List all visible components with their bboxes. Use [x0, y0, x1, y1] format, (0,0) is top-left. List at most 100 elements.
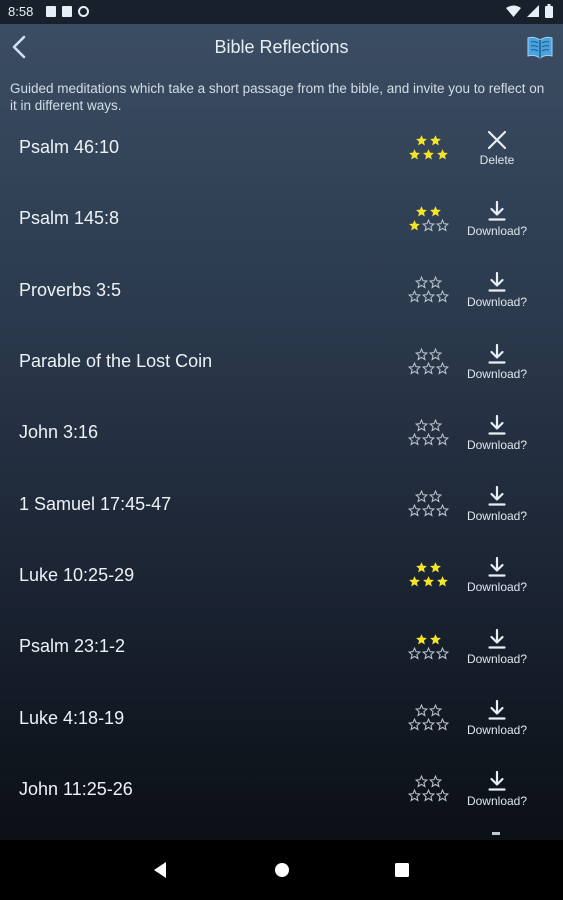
- star-filled-icon: [415, 134, 427, 146]
- action-label: Download?: [466, 509, 528, 524]
- list-item[interactable]: John 3:16 Download?: [0, 397, 563, 468]
- download-icon: [488, 699, 506, 720]
- star-rating: [406, 490, 450, 518]
- star-empty-icon: [421, 218, 435, 232]
- star-empty-icon: [421, 432, 435, 446]
- system-icons: [506, 4, 553, 18]
- delete-button[interactable]: Delete: [458, 129, 536, 167]
- star-empty-icon: [421, 789, 435, 802]
- star-empty-icon: [435, 504, 449, 517]
- star-empty-icon: [407, 290, 421, 303]
- app-bar: Bible Reflections: [0, 24, 563, 70]
- star-empty-icon: [414, 704, 428, 717]
- star-rating: [406, 134, 450, 162]
- download-icon: [488, 771, 506, 791]
- star-filled-icon: [408, 576, 420, 587]
- star-empty-icon: [435, 718, 449, 731]
- list-item[interactable]: Luke 4:18-19 Download?: [0, 682, 563, 753]
- download-button[interactable]: Download?: [458, 770, 536, 808]
- star-filled-icon: [415, 562, 427, 573]
- download-icon: [488, 272, 506, 292]
- list-item[interactable]: Proverbs 3:5 Download?: [0, 255, 563, 326]
- star-empty-icon: [435, 218, 449, 232]
- partial-item-hint: [492, 832, 500, 835]
- star-filled-icon: [436, 148, 448, 160]
- list-item[interactable]: John 11:25-26 Download?: [0, 754, 563, 825]
- notification-icon: [46, 6, 56, 17]
- download-icon: [488, 486, 506, 506]
- item-title: Psalm 23:1-2: [19, 636, 126, 657]
- book-icon[interactable]: [526, 34, 554, 60]
- star-empty-icon: [421, 718, 435, 731]
- star-filled-icon: [408, 220, 420, 231]
- download-icon: [488, 557, 506, 578]
- star-filled-icon: [429, 134, 441, 146]
- star-rating: [406, 205, 450, 233]
- action-label: Download?: [466, 651, 528, 666]
- status-time: 8:58: [8, 4, 34, 19]
- item-title: John 11:25-26: [19, 778, 133, 799]
- download-button[interactable]: Download?: [458, 343, 536, 381]
- download-button[interactable]: Download?: [458, 699, 536, 737]
- item-title: 1 Samuel 17:45-47: [19, 493, 172, 514]
- item-title: Parable of the Lost Coin: [19, 351, 213, 372]
- star-empty-icon: [414, 276, 428, 289]
- star-rating: [406, 775, 450, 803]
- star-rating: [406, 347, 450, 376]
- star-empty-icon: [407, 361, 421, 375]
- star-filled-icon: [429, 562, 441, 573]
- star-rating: [406, 633, 450, 661]
- download-button[interactable]: Download?: [458, 485, 536, 523]
- star-empty-icon: [421, 290, 435, 303]
- star-rating: [406, 704, 450, 732]
- nav-back-icon[interactable]: [148, 858, 172, 882]
- star-empty-icon: [407, 789, 421, 802]
- notification-icons: [46, 6, 89, 17]
- star-filled-icon: [415, 633, 427, 645]
- wifi-icon: [506, 5, 521, 17]
- download-button[interactable]: Download?: [458, 628, 536, 666]
- page-title: Bible Reflections: [214, 37, 349, 57]
- star-empty-icon: [414, 775, 428, 788]
- download-icon: [488, 414, 506, 435]
- nav-home-icon[interactable]: [270, 858, 294, 882]
- star-empty-icon: [428, 418, 442, 432]
- status-bar: 8:58: [0, 0, 563, 24]
- star-filled-icon: [422, 576, 434, 587]
- star-empty-icon: [435, 646, 449, 660]
- list-item[interactable]: Psalm 46:10 Delete: [0, 112, 563, 183]
- download-icon: [488, 343, 506, 364]
- reflection-list: Psalm 46:10 Delete Psalm 145:8 Download? Pro…: [0, 112, 563, 825]
- action-label: Delete: [479, 152, 515, 167]
- download-button[interactable]: Download?: [458, 414, 536, 452]
- download-button[interactable]: Download?: [458, 271, 536, 309]
- cellular-icon: [527, 4, 539, 17]
- download-icon: [488, 200, 506, 221]
- star-filled-icon: [429, 206, 441, 217]
- download-button[interactable]: Download?: [458, 556, 536, 594]
- list-item[interactable]: Psalm 23:1-2 Download?: [0, 611, 563, 682]
- app-screen: Bible Reflections Guided meditations whi…: [0, 24, 563, 840]
- list-item[interactable]: 1 Samuel 17:45-47 Download?: [0, 468, 563, 539]
- download-icon: [488, 628, 506, 649]
- star-empty-icon: [407, 432, 421, 446]
- nav-recents-icon[interactable]: [390, 858, 414, 882]
- download-button[interactable]: Download?: [458, 200, 536, 238]
- data-saver-icon: [78, 6, 89, 17]
- list-item[interactable]: Psalm 145:8 Download?: [0, 183, 563, 254]
- star-filled-icon: [408, 148, 420, 160]
- star-filled-icon: [415, 206, 427, 217]
- action-label: Download?: [466, 223, 528, 238]
- list-item[interactable]: Luke 10:25-29 Download?: [0, 540, 563, 611]
- action-label: Download?: [466, 794, 528, 809]
- list-item[interactable]: Parable of the Lost Coin Download?: [0, 326, 563, 397]
- action-label: Download?: [466, 366, 528, 381]
- star-empty-icon: [407, 646, 421, 660]
- action-label: Download?: [466, 295, 528, 310]
- star-empty-icon: [421, 361, 435, 375]
- star-empty-icon: [407, 504, 421, 517]
- star-filled-icon: [422, 148, 434, 160]
- star-empty-icon: [428, 704, 442, 717]
- star-empty-icon: [407, 718, 421, 731]
- star-empty-icon: [435, 361, 449, 375]
